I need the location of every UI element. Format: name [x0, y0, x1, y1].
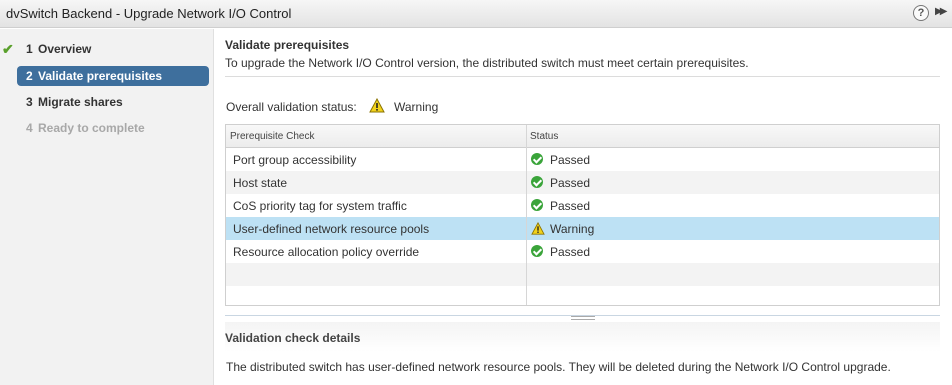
column-header-check[interactable]: Prerequisite Check	[230, 131, 314, 142]
empty-row	[226, 263, 939, 286]
step-label: Ready to complete	[38, 121, 145, 135]
check-circle-icon	[531, 176, 543, 191]
check-status: Warning	[550, 222, 595, 236]
table-row[interactable]: Host state Passed	[226, 171, 939, 194]
details-text: The distributed switch has user-defined …	[226, 360, 891, 374]
table-row[interactable]: CoS priority tag for system traffic Pass…	[226, 194, 939, 217]
check-name: Port group accessibility	[233, 153, 357, 167]
step-number: 2	[26, 69, 33, 83]
step-overview[interactable]: ✔ 1 Overview	[0, 39, 214, 59]
title-bar: dvSwitch Backend - Upgrade Network I/O C…	[0, 0, 952, 28]
table-row-selected[interactable]: User-defined network resource pools Warn…	[226, 217, 939, 240]
wizard-steps: ✔ 1 Overview 2 Validate prerequisites 3 …	[0, 29, 214, 385]
column-divider[interactable]	[526, 125, 527, 305]
table-row[interactable]: Port group accessibility Passed	[226, 148, 939, 171]
step-number: 3	[26, 95, 33, 109]
check-status: Passed	[550, 245, 591, 259]
check-circle-icon	[531, 153, 543, 168]
step-label: Overview	[38, 42, 92, 56]
overall-status-label: Overall validation status:	[226, 100, 357, 114]
step-label: Validate prerequisites	[38, 69, 163, 83]
main-panel: Validate prerequisites To upgrade the Ne…	[215, 29, 952, 385]
page-description: To upgrade the Network I/O Control versi…	[225, 56, 749, 70]
divider	[225, 76, 940, 77]
expand-icon[interactable]: ▶▶	[935, 6, 948, 17]
check-name: CoS priority tag for system traffic	[233, 199, 407, 213]
step-migrate-shares[interactable]: 3 Migrate shares	[0, 92, 214, 112]
warning-icon	[531, 221, 545, 238]
page-title: Validate prerequisites	[225, 38, 350, 52]
warning-icon	[369, 97, 385, 116]
check-circle-icon	[531, 199, 543, 214]
grip-icon	[571, 316, 595, 320]
check-name: User-defined network resource pools	[233, 222, 430, 236]
step-validate-prerequisites[interactable]: 2 Validate prerequisites	[17, 66, 209, 86]
check-status: Passed	[550, 153, 591, 167]
step-label: Migrate shares	[38, 95, 123, 109]
step-number: 1	[26, 42, 33, 56]
check-status: Passed	[550, 176, 591, 190]
prerequisite-table: Prerequisite Check Status Port group acc…	[225, 124, 940, 306]
check-status: Passed	[550, 199, 591, 213]
check-circle-icon	[531, 245, 543, 260]
table-header: Prerequisite Check Status	[226, 125, 939, 148]
check-name: Resource allocation policy override	[233, 245, 420, 259]
column-header-status[interactable]: Status	[530, 131, 558, 142]
step-number: 4	[26, 121, 33, 135]
check-name: Host state	[233, 176, 288, 190]
step-ready-to-complete: 4 Ready to complete	[0, 118, 214, 138]
details-title: Validation check details	[225, 331, 361, 345]
checkmark-icon: ✔	[2, 41, 14, 57]
window-title: dvSwitch Backend - Upgrade Network I/O C…	[6, 6, 292, 21]
splitter-handle[interactable]	[225, 315, 940, 321]
help-icon[interactable]: ?	[913, 5, 929, 21]
table-row[interactable]: Resource allocation policy override Pass…	[226, 240, 939, 263]
details-header: Validation check details	[225, 322, 940, 352]
overall-status-value: Warning	[394, 100, 439, 114]
